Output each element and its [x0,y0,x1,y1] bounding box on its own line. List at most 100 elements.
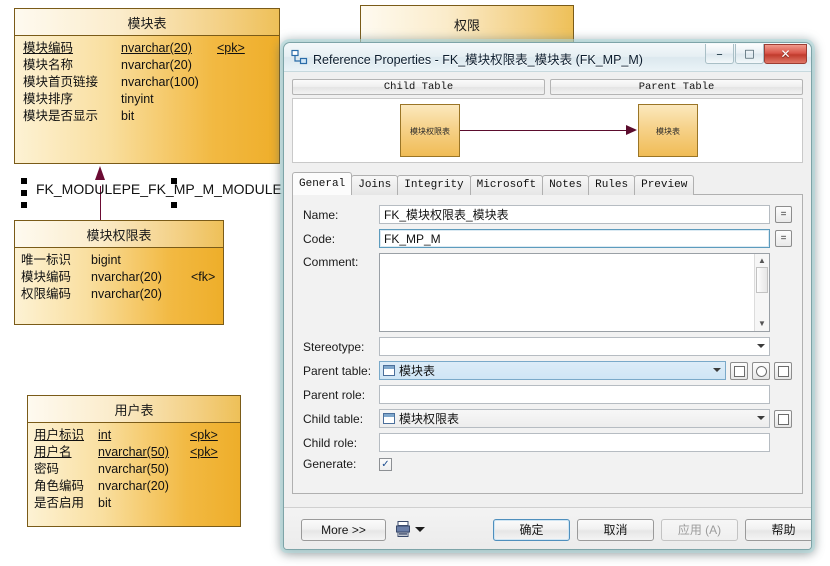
tab-rules[interactable]: Rules [588,175,636,195]
table-icon [383,413,395,424]
entity-user-table[interactable]: 用户表 用户标识 int <pk> 用户名 nvarchar(50) <pk> … [27,395,241,527]
table-row: 模块排序 tinyint [23,91,273,108]
child-role-row: Child role: [303,433,792,452]
column-type: nvarchar(20) [91,270,162,284]
column-type: nvarchar(20) [91,287,162,301]
parent-table-value: 模块表 [399,364,436,378]
child-table-properties-button[interactable] [774,409,792,428]
name-label: Name: [303,207,339,222]
print-icon[interactable] [396,521,410,537]
comment-row: Comment: ▲ ▼ [303,253,792,332]
relationship-preview[interactable]: 模块权限表 模块表 [292,98,803,163]
child-role-label: Child role: [303,435,358,450]
entity-module-table[interactable]: 模块表 模块编码 nvarchar(20) <pk> 模块名称 nvarchar… [14,8,280,164]
chevron-down-icon [757,344,765,348]
comment-scrollbar[interactable]: ▲ ▼ [754,254,769,331]
tab-integrity[interactable]: Integrity [397,175,471,195]
tab-preview[interactable]: Preview [634,175,695,195]
column-name: 模块编码 [21,270,72,284]
tab-microsoft[interactable]: Microsoft [469,175,544,195]
column-name: 模块编码 [23,41,74,55]
maximize-button[interactable]: □ [735,44,764,64]
close-icon: ✕ [780,47,791,61]
column-name: 用户标识 [34,428,85,442]
child-table-combo[interactable]: 模块权限表 [379,409,770,428]
entity-module-permission-table[interactable]: 模块权限表 唯一标识 bigint 模块编码 nvarchar(20) <fk>… [14,220,224,325]
scroll-thumb[interactable] [756,267,768,293]
table-row: 模块是否显示 bit [23,108,273,125]
cancel-button[interactable]: 取消 [577,519,654,541]
dialog-body: Child Table Parent Table 模块权限表 模块表 Gener… [284,72,811,549]
entity-title: 模块表 [15,9,279,36]
create-parent-table-button[interactable] [730,361,748,380]
selection-handle[interactable] [21,190,27,196]
child-role-input[interactable] [379,433,770,452]
entity-columns: 唯一标识 bigint 模块编码 nvarchar(20) <fk> 权限编码 … [15,248,223,309]
mini-child-entity[interactable]: 模块权限表 [400,104,460,157]
stereotype-label: Stereotype: [303,339,365,354]
print-dropdown-icon[interactable] [415,527,425,532]
code-label: Code: [303,231,336,246]
tab-notes[interactable]: Notes [542,175,590,195]
selection-handle[interactable] [171,202,177,208]
apply-button: 应用 (A) [661,519,738,541]
table-row: 用户标识 int <pk> [34,427,234,444]
table-row: 是否启用 bit [34,495,234,512]
entity-columns: 用户标识 int <pk> 用户名 nvarchar(50) <pk> 密码 n… [28,423,240,518]
mini-relationship-line [460,130,635,131]
parent-table-properties-button[interactable] [774,361,792,380]
table-row: 唯一标识 bigint [21,252,217,269]
parent-table-combo[interactable]: 模块表 [379,361,726,380]
column-type: tinyint [121,92,154,106]
comment-textarea[interactable]: ▲ ▼ [379,253,770,332]
column-type: nvarchar(20) [121,41,192,55]
child-table-row: Child table: 模块权限表 [303,409,792,428]
find-parent-table-button[interactable] [752,361,770,380]
help-button[interactable]: 帮助 [745,519,811,541]
parent-table-label: Parent table: [303,363,372,378]
close-button[interactable]: ✕ [764,44,807,64]
column-name: 模块首页链接 [23,75,99,89]
child-table-header[interactable]: Child Table [292,79,545,95]
table-icon [383,365,395,376]
chevron-down-icon [713,368,721,372]
column-name: 权限编码 [21,287,72,301]
parent-role-row: Parent role: [303,385,792,404]
generate-checkbox[interactable]: ✓ [379,457,392,471]
column-type: bit [121,109,135,123]
parent-table-header[interactable]: Parent Table [550,79,803,95]
entity-columns: 模块编码 nvarchar(20) <pk> 模块名称 nvarchar(20)… [15,36,279,131]
stereotype-combo[interactable] [379,337,770,356]
column-name: 密码 [34,462,60,476]
mini-parent-entity[interactable]: 模块表 [638,104,698,157]
tab-bar: General Joins Integrity Microsoft Notes … [292,172,803,195]
ok-button[interactable]: 确定 [493,519,570,541]
scroll-up-icon[interactable]: ▲ [755,257,769,265]
table-row: 模块名称 nvarchar(20) [23,57,273,74]
scroll-down-icon[interactable]: ▼ [755,320,769,328]
more-button[interactable]: More >> [301,519,386,541]
name-equals-button[interactable]: = [775,206,792,223]
minimize-button[interactable]: – [705,44,734,64]
code-equals-button[interactable]: = [775,230,792,247]
selection-handle[interactable] [21,202,27,208]
dialog-titlebar[interactable]: Reference Properties - FK_模块权限表_模块表 (FK_… [284,43,811,72]
tab-general[interactable]: General [292,172,353,195]
name-input[interactable]: FK_模块权限表_模块表 [379,205,770,224]
stereotype-row: Stereotype: [303,337,792,356]
reference-properties-dialog[interactable]: Reference Properties - FK_模块权限表_模块表 (FK_… [283,42,812,550]
parent-table-row: Parent table: 模块表 [303,361,792,380]
general-tab-panel: Name: FK_模块权限表_模块表 = Code: FK_MP_M = Com… [292,194,803,494]
reference-icon [291,49,308,65]
selection-handle[interactable] [21,178,27,184]
comment-text[interactable] [380,254,754,331]
column-name: 模块排序 [23,92,74,106]
column-type: nvarchar(50) [98,445,169,459]
entity-permission-table[interactable]: 权限 [360,5,574,46]
column-type: bit [98,496,112,510]
parent-role-input[interactable] [379,385,770,404]
properties-icon [778,365,789,377]
selection-handle[interactable] [171,178,177,184]
code-input[interactable]: FK_MP_M [379,229,770,248]
tab-joins[interactable]: Joins [351,175,399,195]
